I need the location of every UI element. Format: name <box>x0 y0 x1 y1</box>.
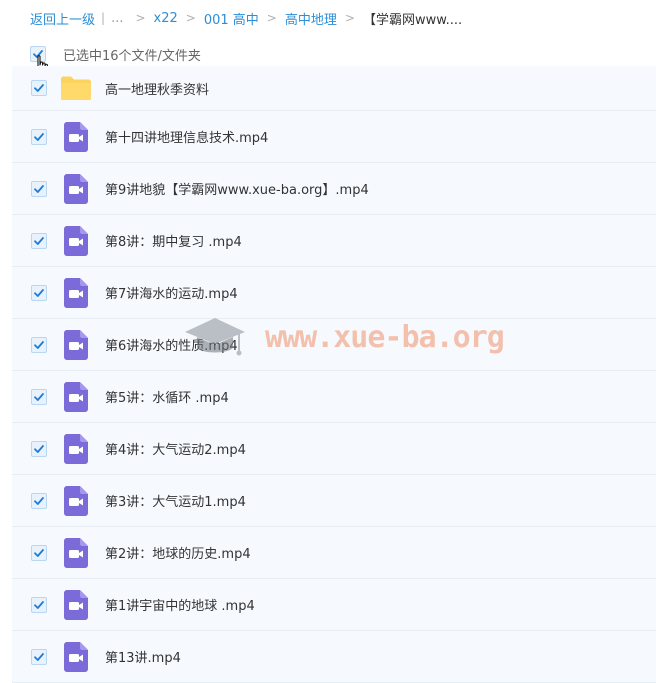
video-file-icon <box>64 537 88 568</box>
file-checkbox[interactable] <box>31 492 47 509</box>
file-name[interactable]: 第4讲：大气运动2.mp4 <box>105 439 246 458</box>
video-file-icon <box>64 277 88 308</box>
file-list: 高一地理秋季资料第十四讲地理信息技术.mp4 第9讲地貌【学霸网www.xue-b… <box>12 66 656 683</box>
file-row[interactable]: 第3讲：大气运动1.mp4 <box>12 475 656 527</box>
file-row[interactable]: 第6讲海水的性质.mp4 <box>12 319 656 371</box>
file-name[interactable]: 第5讲：水循环 .mp4 <box>105 387 229 406</box>
check-icon <box>34 340 44 349</box>
check-icon <box>34 236 44 245</box>
video-file-icon <box>64 641 88 672</box>
file-name[interactable]: 第13讲.mp4 <box>105 647 181 666</box>
file-name[interactable]: 第1讲宇宙中的地球 .mp4 <box>105 595 255 614</box>
breadcrumb-separator: > <box>185 11 196 25</box>
file-row[interactable]: 高一地理秋季资料 <box>12 66 656 111</box>
breadcrumb-ellipsis[interactable]: ... <box>111 11 123 26</box>
video-file-icon <box>64 485 88 516</box>
check-icon <box>34 444 44 453</box>
file-name[interactable]: 第2讲：地球的历史.mp4 <box>105 543 251 562</box>
file-row[interactable]: 第1讲宇宙中的地球 .mp4 <box>12 579 656 631</box>
file-name[interactable]: 第十四讲地理信息技术.mp4 <box>105 127 268 146</box>
file-checkbox[interactable] <box>31 336 47 353</box>
file-checkbox[interactable] <box>31 648 47 665</box>
selection-bar: 已选中16个文件/文件夹 <box>30 44 201 64</box>
file-checkbox[interactable] <box>31 180 47 197</box>
video-file-icon <box>64 381 88 412</box>
breadcrumb-item-high-school[interactable]: 001 高中 <box>204 9 259 28</box>
video-file-icon <box>64 433 88 464</box>
check-icon <box>34 392 44 401</box>
check-icon <box>34 84 44 92</box>
file-name[interactable]: 第9讲地貌【学霸网www.xue-ba.org】.mp4 <box>105 179 369 198</box>
breadcrumb-separator: | <box>101 11 106 25</box>
video-file-icon <box>64 329 88 360</box>
check-icon <box>34 548 44 557</box>
breadcrumb-item-geography[interactable]: 高中地理 <box>285 9 337 28</box>
file-row[interactable]: 第4讲：大气运动2.mp4 <box>12 423 656 475</box>
file-name[interactable]: 第8讲：期中复习 .mp4 <box>105 231 242 250</box>
file-checkbox[interactable] <box>31 284 47 301</box>
check-icon <box>34 496 44 505</box>
breadcrumb-separator: > <box>344 11 355 25</box>
file-row[interactable]: 第13讲.mp4 <box>12 631 656 683</box>
video-file-icon <box>64 173 88 204</box>
file-checkbox[interactable] <box>31 388 47 405</box>
file-name[interactable]: 高一地理秋季资料 <box>105 79 209 98</box>
file-checkbox[interactable] <box>31 232 47 249</box>
file-row[interactable]: 第十四讲地理信息技术.mp4 <box>12 111 656 163</box>
file-name[interactable]: 第7讲海水的运动.mp4 <box>105 283 238 302</box>
video-file-icon <box>64 225 88 256</box>
file-row[interactable]: 第5讲：水循环 .mp4 <box>12 371 656 423</box>
file-checkbox[interactable] <box>31 80 47 96</box>
file-checkbox[interactable] <box>31 544 47 561</box>
file-row[interactable]: 第9讲地貌【学霸网www.xue-ba.org】.mp4 <box>12 163 656 215</box>
check-icon <box>34 652 44 661</box>
check-icon <box>34 600 44 609</box>
breadcrumb-item-current: 【学霸网www.... <box>362 12 463 28</box>
file-name[interactable]: 第3讲：大气运动1.mp4 <box>105 491 246 510</box>
selection-count-text: 已选中16个文件/文件夹 <box>63 48 201 64</box>
file-checkbox[interactable] <box>31 128 47 145</box>
file-row[interactable]: 第7讲海水的运动.mp4 <box>12 267 656 319</box>
check-icon <box>34 132 44 141</box>
breadcrumb-separator: > <box>135 11 146 25</box>
breadcrumb: 返回上一级 | ... > x22 > 001 高中 > 高中地理 > 【学霸网… <box>30 8 462 28</box>
check-icon <box>34 288 44 297</box>
file-name[interactable]: 第6讲海水的性质.mp4 <box>105 335 238 354</box>
check-icon <box>34 184 44 193</box>
file-row[interactable]: 第8讲：期中复习 .mp4 <box>12 215 656 267</box>
video-file-icon <box>64 589 88 620</box>
breadcrumb-separator: > <box>266 11 277 25</box>
folder-icon <box>61 76 91 100</box>
breadcrumb-item-x22[interactable]: x22 <box>154 11 178 26</box>
file-row[interactable]: 第2讲：地球的历史.mp4 <box>12 527 656 579</box>
video-file-icon <box>64 121 88 152</box>
file-checkbox[interactable] <box>31 440 47 457</box>
back-link[interactable]: 返回上一级 <box>30 9 95 28</box>
file-checkbox[interactable] <box>31 596 47 613</box>
